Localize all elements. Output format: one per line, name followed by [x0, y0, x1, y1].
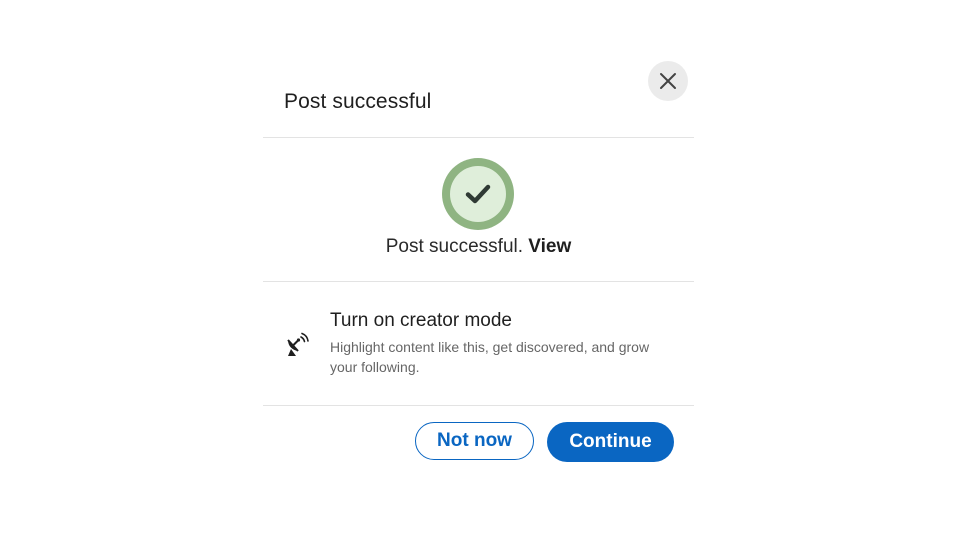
- post-success-modal: Post successful Post successful. View Tu…: [263, 55, 694, 477]
- success-message-text: Post successful.: [385, 236, 524, 257]
- page-background: Post successful Post successful. View Tu…: [0, 0, 959, 539]
- view-post-link[interactable]: View: [528, 236, 571, 257]
- modal-title: Post successful: [284, 90, 432, 113]
- close-button[interactable]: [648, 61, 688, 101]
- success-divider: [263, 281, 694, 282]
- modal-footer: Not now Continue: [263, 407, 694, 477]
- success-message: Post successful. View: [263, 236, 694, 258]
- creator-mode-section: Turn on creator mode Highlight content l…: [263, 283, 694, 405]
- close-icon: [660, 73, 676, 89]
- creator-mode-title: Turn on creator mode: [330, 310, 512, 331]
- not-now-button[interactable]: Not now: [415, 422, 534, 460]
- creator-mode-description: Highlight content like this, get discove…: [330, 339, 650, 375]
- footer-divider: [263, 405, 694, 406]
- checkmark-circle-icon: [442, 158, 514, 230]
- satellite-dish-icon: [287, 332, 309, 356]
- continue-button[interactable]: Continue: [547, 422, 674, 462]
- success-section: Post successful. View: [263, 138, 694, 281]
- modal-header: Post successful: [263, 55, 694, 137]
